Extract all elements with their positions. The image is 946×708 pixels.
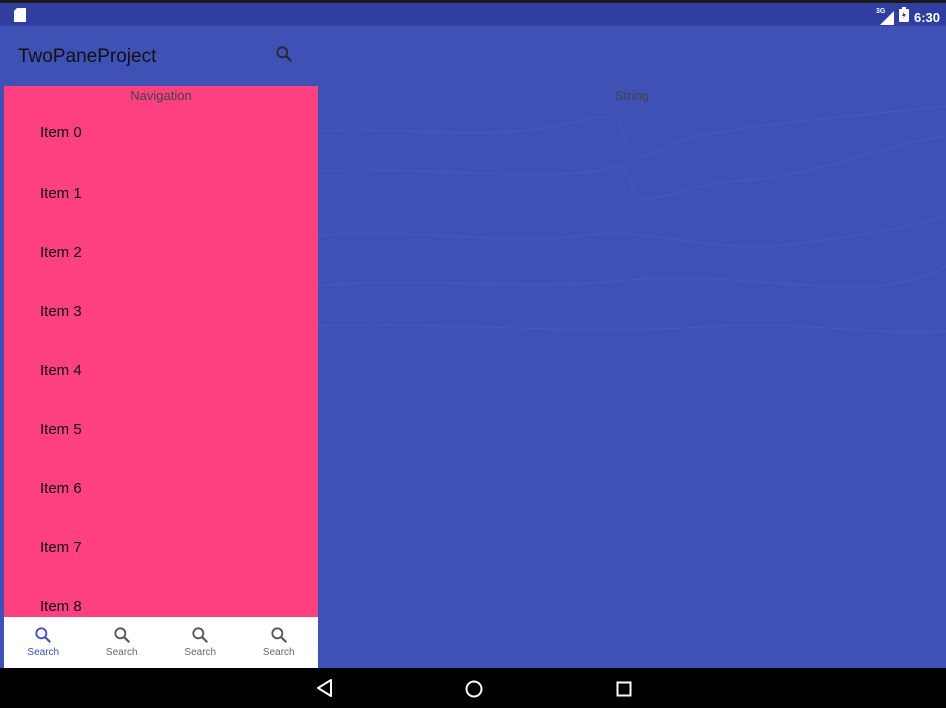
search-icon (276, 46, 292, 62)
list-item[interactable]: Item 3 (4, 282, 318, 341)
sd-card-icon (14, 8, 26, 27)
battery-icon (898, 7, 909, 27)
navigation-list: Item 0 Item 1 Item 2 Item 3 Item 4 Item … (4, 105, 318, 617)
app-title: TwoPaneProject (18, 46, 157, 67)
home-button[interactable] (464, 678, 486, 700)
background-texture (318, 105, 946, 333)
status-icons: 3G 6:30 (876, 7, 940, 27)
search-icon (192, 627, 208, 643)
bottom-nav-item-search-1[interactable]: Search (83, 617, 162, 668)
toolbar-search-button[interactable] (274, 44, 300, 70)
app-toolbar: TwoPaneProject (4, 26, 946, 86)
home-icon (465, 680, 483, 698)
content-pane: String (318, 86, 946, 668)
list-item[interactable]: Item 2 (4, 223, 318, 282)
navigation-pane: Navigation Item 0 Item 1 Item 2 Item 3 I… (4, 86, 318, 617)
system-navigation-bar (0, 668, 946, 708)
navigation-header: Navigation (130, 88, 192, 103)
list-item[interactable]: Item 5 (4, 400, 318, 459)
back-icon (317, 679, 332, 697)
app-window: 3G 6:30 TwoPaneProject Navigation Item 0… (0, 0, 946, 708)
status-time: 6:30 (913, 9, 940, 25)
search-icon (35, 627, 52, 643)
list-item[interactable]: Item 7 (4, 518, 318, 577)
content-header: String (615, 88, 649, 103)
back-button[interactable] (315, 678, 337, 700)
list-item[interactable]: Item 0 (4, 105, 318, 164)
recents-icon (616, 681, 632, 697)
bottom-nav-label: Search (184, 647, 217, 658)
bottom-nav-label: Search (262, 647, 295, 658)
search-icon (271, 627, 287, 643)
bottom-nav-label: Search (105, 647, 138, 658)
bottom-nav-item-search-3[interactable]: Search (240, 617, 319, 668)
bottom-nav-item-search-2[interactable]: Search (161, 617, 240, 668)
bottom-nav-item-search-0[interactable]: Search (4, 617, 83, 668)
list-item[interactable]: Item 1 (4, 164, 318, 223)
status-bar: 3G 6:30 (0, 0, 946, 26)
search-icon (114, 627, 130, 643)
bottom-nav-label: Search (27, 647, 60, 658)
list-item[interactable]: Item 4 (4, 341, 318, 400)
list-item[interactable]: Item 8 (4, 577, 318, 617)
signal-icon: 3G (876, 8, 894, 25)
recents-button[interactable] (614, 678, 636, 700)
list-item[interactable]: Item 6 (4, 459, 318, 518)
bottom-navigation: Search Search Search Search (4, 617, 318, 668)
